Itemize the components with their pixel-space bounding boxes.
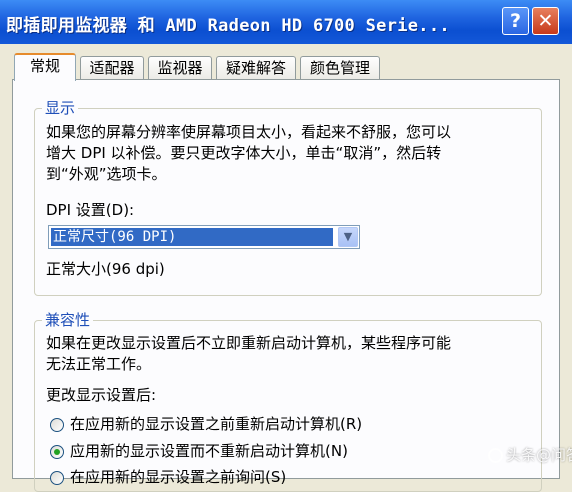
option-apply-without-restart-label[interactable]: 应用新的显示设置而不重新启动计算机(N) — [70, 440, 348, 462]
compat-description-line2: 无法正常工作。 — [46, 355, 152, 373]
radio-ask-before[interactable] — [50, 471, 64, 485]
close-button[interactable]: ✕ — [532, 7, 559, 35]
display-description-line3: 到“外观”选项卡。 — [46, 165, 167, 183]
title-bar[interactable]: 即插即用监视器 和 AMD Radeon HD 6700 Serie... ? … — [0, 0, 572, 44]
display-description-line1: 如果您的屏幕分辨率使屏幕项目太小，看起来不舒服，您可以 — [46, 123, 452, 141]
help-button[interactable]: ? — [502, 7, 529, 35]
tab-adapter[interactable]: 适配器 — [80, 56, 144, 79]
display-group-legend: 显示 — [42, 97, 79, 118]
tab-color-management[interactable]: 颜色管理 — [300, 56, 380, 79]
tab-general[interactable]: 常规 — [14, 53, 76, 81]
chevron-down-icon[interactable]: ▼ — [338, 227, 358, 247]
tab-troubleshoot[interactable]: 疑难解答 — [216, 56, 296, 79]
dpi-label: DPI 设置(D): — [46, 201, 135, 219]
dpi-note: 正常大小(96 dpi) — [46, 260, 165, 278]
display-description-line2: 增大 DPI 以补偿。要只更改字体大小，单击“取消”，然后转 — [46, 144, 442, 162]
radio-selected-dot — [54, 449, 60, 455]
tab-monitor[interactable]: 监视器 — [148, 56, 212, 79]
radio-restart-before[interactable] — [50, 418, 64, 432]
dpi-select-value: 正常尺寸(96 DPI) — [51, 228, 333, 246]
watermark-text: 头条@问答 — [506, 446, 572, 464]
after-change-label: 更改显示设置后: — [46, 386, 157, 404]
compat-group-legend: 兼容性 — [42, 309, 94, 330]
compat-description-line1: 如果在更改显示设置后不立即重新启动计算机，某些程序可能 — [46, 334, 452, 352]
dpi-select[interactable]: 正常尺寸(96 DPI) ▼ — [48, 225, 360, 249]
option-restart-before-label[interactable]: 在应用新的显示设置之前重新启动计算机(R) — [70, 413, 362, 435]
toutiao-logo-icon — [488, 448, 503, 463]
window-title: 即插即用监视器 和 AMD Radeon HD 6700 Serie... — [6, 16, 450, 36]
option-ask-before-label[interactable]: 在应用新的显示设置之前询问(S) — [70, 466, 286, 488]
watermark: 头条@问答 — [488, 444, 572, 465]
radio-apply-without-restart[interactable] — [50, 445, 64, 459]
